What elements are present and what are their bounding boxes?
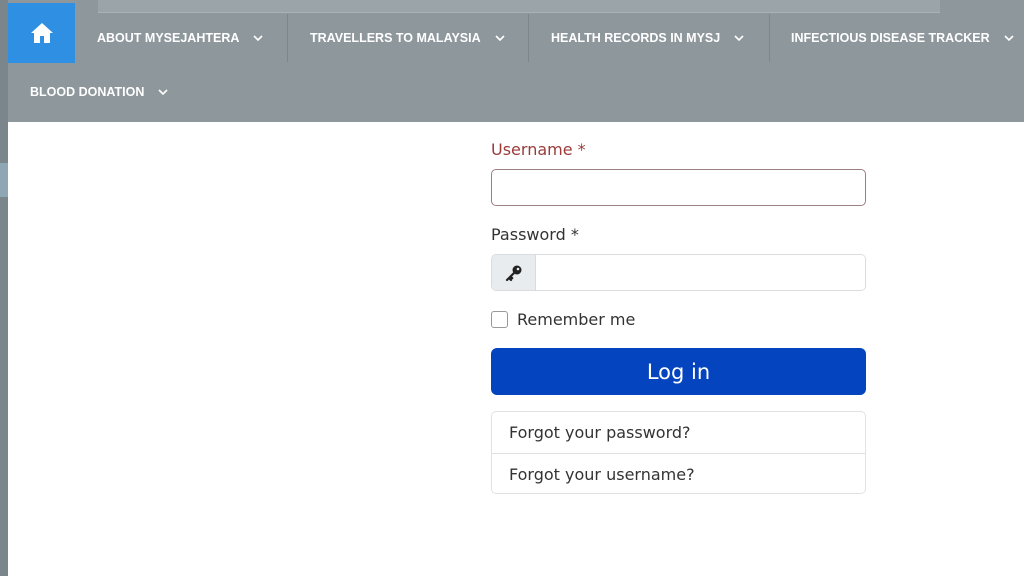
nav-separator [287,14,288,62]
home-button[interactable] [8,3,75,63]
nav-item-blood-donation[interactable]: BLOOD DONATION [30,68,168,116]
nav-item-label: INFECTIOUS DISEASE TRACKER [791,31,990,45]
nav-item-about[interactable]: ABOUT MYSEJAHTERA [97,14,263,62]
page: ABOUT MYSEJAHTERA TRAVELLERS TO MALAYSIA… [0,0,1024,576]
chevron-down-icon [495,35,505,42]
key-icon [505,265,521,281]
nav-top-strip [98,0,940,13]
nav-item-label: BLOOD DONATION [30,85,145,99]
home-icon [30,23,53,43]
chevron-down-icon [1004,35,1014,42]
password-addon [492,255,536,290]
remember-row: Remember me [491,310,635,329]
nav-separator [528,14,529,62]
remember-label[interactable]: Remember me [517,310,635,329]
chevron-down-icon [158,89,168,96]
chevron-down-icon [734,35,744,42]
forgot-username-link[interactable]: Forgot your username? [492,453,865,494]
left-edge-highlight [0,163,8,197]
password-input[interactable] [536,255,865,290]
nav-item-health-records[interactable]: HEALTH RECORDS IN MYSJ [551,14,744,62]
nav-item-label: HEALTH RECORDS IN MYSJ [551,31,721,45]
forgot-password-link[interactable]: Forgot your password? [492,412,865,453]
browser-left-edge [0,0,8,576]
remember-checkbox[interactable] [491,311,508,328]
nav-item-label: TRAVELLERS TO MALAYSIA [310,31,481,45]
nav-item-travellers[interactable]: TRAVELLERS TO MALAYSIA [310,14,505,62]
username-label: Username * [491,140,586,159]
nav-separator [769,14,770,62]
nav-item-label: ABOUT MYSEJAHTERA [97,31,240,45]
recovery-links: Forgot your password? Forgot your userna… [491,411,866,494]
password-group [491,254,866,291]
username-input[interactable] [491,169,866,206]
password-label: Password * [491,225,579,244]
main-nav: ABOUT MYSEJAHTERA TRAVELLERS TO MALAYSIA… [8,0,1024,122]
chevron-down-icon [253,35,263,42]
login-button[interactable]: Log in [491,348,866,395]
nav-item-disease-tracker[interactable]: INFECTIOUS DISEASE TRACKER [791,14,1014,62]
